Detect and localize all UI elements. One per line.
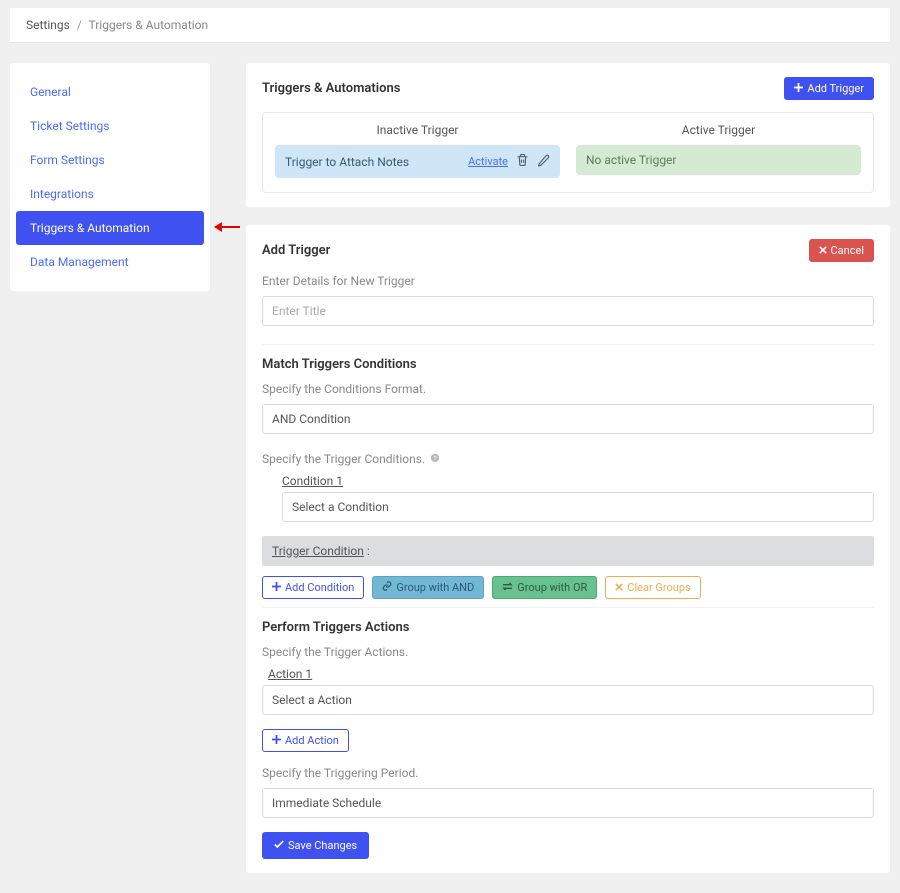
group-and-label: Group with AND [396, 581, 474, 594]
active-trigger-empty: No active Trigger [576, 145, 861, 175]
trigger-condition-bar: Trigger Condition : [262, 536, 874, 566]
action-1-label: Action 1 [268, 667, 312, 681]
sidebar-item-form-settings[interactable]: Form Settings [16, 143, 204, 177]
add-trigger-subtitle: Enter Details for New Trigger [262, 274, 874, 288]
trash-icon[interactable] [516, 153, 529, 170]
sidebar-item-ticket-settings[interactable]: Ticket Settings [16, 109, 204, 143]
clear-groups-label: Clear Groups [627, 581, 690, 594]
info-icon[interactable]: ? [430, 452, 440, 466]
breadcrumb-root[interactable]: Settings [26, 18, 70, 32]
perform-actions-header: Perform Triggers Actions [262, 620, 874, 635]
save-changes-button[interactable]: Save Changes [262, 832, 369, 859]
group-and-button[interactable]: Group with AND [372, 576, 484, 599]
cancel-label: Cancel [831, 244, 864, 257]
group-or-label: Group with OR [517, 581, 587, 594]
edit-icon[interactable] [537, 154, 550, 170]
triggers-automations-card: Triggers & Automations Add Trigger Inact… [246, 63, 890, 207]
trigger-actions-label: Specify the Trigger Actions. [262, 645, 874, 659]
breadcrumb-separator: / [77, 18, 82, 32]
add-action-button[interactable]: Add Action [262, 729, 349, 752]
add-action-label: Add Action [285, 734, 339, 747]
save-changes-label: Save Changes [288, 839, 357, 852]
plus-icon [272, 581, 281, 594]
sidebar-item-general[interactable]: General [16, 75, 204, 109]
add-trigger-card: Add Trigger Cancel Enter Details for New… [246, 225, 890, 873]
no-active-trigger-text: No active Trigger [586, 153, 677, 167]
conditions-format-label: Specify the Conditions Format. [262, 382, 874, 396]
match-conditions-header: Match Triggers Conditions [262, 357, 874, 372]
sidebar-item-triggers-automation[interactable]: Triggers & Automation [16, 211, 204, 245]
specify-conditions-label: Specify the Trigger Conditions. ? [262, 452, 874, 466]
close-icon [819, 244, 827, 257]
trigger-title-input[interactable] [262, 296, 874, 326]
breadcrumb-current: Triggers & Automation [89, 18, 209, 32]
action-1-select[interactable]: Select a Action [262, 685, 874, 715]
triggering-period-select[interactable]: Immediate Schedule [262, 788, 874, 818]
condition-1-label: Condition 1 [282, 474, 343, 488]
active-trigger-header: Active Trigger [576, 123, 861, 137]
inactive-trigger-item: Trigger to Attach Notes Activate [275, 145, 560, 178]
sidebar-item-data-management[interactable]: Data Management [16, 245, 204, 279]
check-icon [274, 839, 284, 852]
activate-link[interactable]: Activate [468, 155, 508, 168]
add-trigger-button[interactable]: Add Trigger [784, 77, 874, 100]
plus-icon [272, 734, 281, 747]
link-icon [382, 581, 392, 594]
swap-icon [502, 581, 513, 594]
triggers-automations-title: Triggers & Automations [262, 81, 400, 96]
add-condition-button[interactable]: Add Condition [262, 576, 364, 599]
breadcrumb: Settings / Triggers & Automation [10, 8, 890, 43]
plus-icon [794, 82, 803, 95]
inactive-trigger-header: Inactive Trigger [275, 123, 560, 137]
add-trigger-label: Add Trigger [807, 82, 864, 95]
add-condition-label: Add Condition [285, 581, 354, 594]
conditions-format-select[interactable]: AND Condition [262, 404, 874, 434]
sidebar-item-integrations[interactable]: Integrations [16, 177, 204, 211]
add-trigger-title: Add Trigger [262, 243, 330, 258]
group-or-button[interactable]: Group with OR [492, 576, 597, 599]
clear-groups-button[interactable]: Clear Groups [605, 576, 700, 599]
inactive-trigger-name: Trigger to Attach Notes [285, 155, 468, 169]
condition-1-select[interactable]: Select a Condition [282, 492, 874, 522]
arrow-indicator [214, 222, 240, 232]
cancel-button[interactable]: Cancel [809, 239, 874, 262]
settings-sidebar: General Ticket Settings Form Settings In… [10, 63, 210, 291]
close-icon [615, 581, 623, 594]
